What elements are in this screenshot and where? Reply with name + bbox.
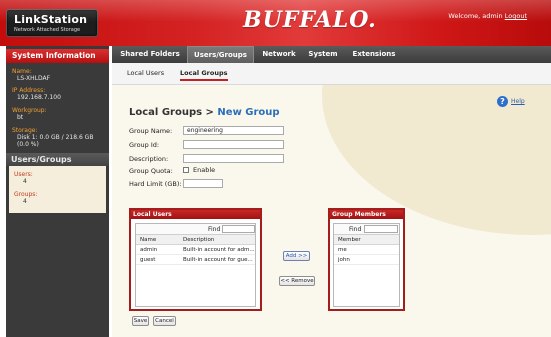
workgroup-label: Workgroup: [12, 107, 47, 114]
ip-value: 192.168.7.100 [17, 94, 61, 101]
local-users-find-row: Find [136, 224, 255, 235]
description-label: Description: [129, 155, 169, 163]
sidebar: System Information Name: LS-XHLDAF IP Ad… [6, 46, 109, 337]
local-users-find-label: Find [208, 226, 221, 233]
help-icon[interactable]: ? [497, 96, 508, 107]
tab-system[interactable]: System [306, 46, 340, 63]
save-button[interactable]: Save [132, 316, 149, 326]
workgroup-value: bt [17, 114, 24, 121]
users-count-label: Users: [14, 171, 33, 178]
group-id-input[interactable] [183, 140, 284, 149]
hard-limit-label: Hard Limit (GB): [129, 180, 182, 188]
ip-label: IP Address: [12, 87, 46, 94]
groups-count: 4 [23, 198, 27, 205]
table-row[interactable]: john [334, 255, 399, 265]
users-groups-summary: Users: 4 Groups: 4 [9, 166, 106, 213]
storage-label: Storage: [12, 127, 38, 134]
cancel-button[interactable]: Cancel [153, 316, 176, 326]
subtab-local-users[interactable]: Local Users [127, 69, 164, 77]
storage-percent: (0.0 %) [17, 141, 39, 148]
tab-users-groups[interactable]: Users/Groups [187, 46, 254, 63]
main-content: Local Groups > New Group ? Help Group Na… [112, 85, 551, 337]
help-link[interactable]: Help [511, 98, 525, 105]
group-members-find-input[interactable] [364, 225, 398, 233]
remove-button[interactable]: << Remove [279, 276, 315, 286]
product-logo: LinkStation Network Attached Storage [6, 9, 98, 37]
group-members-list: Find Member me john [333, 223, 400, 307]
page-title: Local Groups > New Group [129, 107, 280, 118]
users-groups-heading: Users/Groups [6, 153, 109, 166]
group-members-find-row: Find [334, 224, 399, 235]
member-name: me [338, 247, 347, 253]
group-members-title: Group Members [330, 210, 403, 219]
page-title-accent: New Group [217, 107, 280, 118]
group-quota-checkbox[interactable] [183, 167, 189, 173]
name-label: Name: [12, 68, 32, 75]
group-members-find-label: Find [349, 226, 362, 233]
group-name-input[interactable]: engineering [183, 126, 284, 135]
member-name: john [338, 257, 350, 263]
brand-logo: BUFFALO. [243, 7, 377, 33]
product-title: LinkStation [14, 13, 88, 26]
table-row[interactable]: admin Built-in account for adm... [136, 245, 255, 255]
top-banner: LinkStation Network Attached Storage BUF… [0, 0, 551, 46]
group-quota-enable-label: Enable [193, 166, 216, 174]
group-members-panel: Group Members Find Member me john [328, 208, 405, 311]
page-title-prefix: Local Groups > [129, 107, 218, 118]
storage-value: Disk 1: 0.0 GB / 218.6 GB [17, 134, 93, 141]
local-users-title: Local Users [131, 210, 260, 219]
col-description[interactable]: Description [183, 237, 214, 243]
local-users-list: Find Name Description admin Built-in acc… [135, 223, 256, 307]
groups-count-label: Groups: [14, 191, 38, 198]
group-quota-label: Group Quota: [129, 167, 173, 175]
col-member[interactable]: Member [338, 237, 361, 243]
subtab-local-groups[interactable]: Local Groups [180, 69, 228, 81]
group-members-header: Member [334, 235, 399, 245]
user-description: Built-in account for gue... [183, 257, 253, 263]
table-row[interactable]: me [334, 245, 399, 255]
users-count: 4 [23, 178, 27, 185]
main-nav: Shared Folders Users/Groups Network Syst… [112, 46, 551, 63]
user-description: Built-in account for adm... [183, 247, 255, 253]
tab-network[interactable]: Network [259, 46, 299, 63]
welcome-text: Welcome, admin [448, 12, 503, 20]
local-users-find-input[interactable] [222, 225, 255, 233]
group-name-label: Group Name: [129, 127, 173, 135]
local-users-header: Name Description [136, 235, 255, 245]
local-users-panel: Local Users Find Name Description admin … [129, 208, 262, 311]
name-value: LS-XHLDAF [17, 75, 51, 82]
hard-limit-input[interactable] [183, 179, 223, 188]
logout-link[interactable]: Logout [505, 12, 527, 20]
table-row[interactable]: guest Built-in account for gue... [136, 255, 255, 265]
tab-shared-folders[interactable]: Shared Folders [117, 46, 183, 63]
user-name: guest [140, 257, 156, 263]
app-window: LinkStation Network Attached Storage BUF… [0, 0, 551, 337]
group-id-label: Group Id: [129, 141, 160, 149]
system-info-heading: System Information [6, 49, 109, 63]
welcome-area: Welcome, admin Logout [448, 12, 527, 20]
product-subtitle: Network Attached Storage [14, 27, 81, 33]
storage-disk-usage: Disk 1: 0.0 GB / 218.6 GB [17, 134, 94, 141]
tab-extensions[interactable]: Extensions [349, 46, 399, 63]
user-name: admin [140, 247, 158, 253]
col-name[interactable]: Name [140, 237, 156, 243]
add-button[interactable]: Add >> [283, 251, 310, 261]
description-input[interactable] [183, 154, 284, 163]
sub-nav: Local Users Local Groups [112, 63, 551, 85]
